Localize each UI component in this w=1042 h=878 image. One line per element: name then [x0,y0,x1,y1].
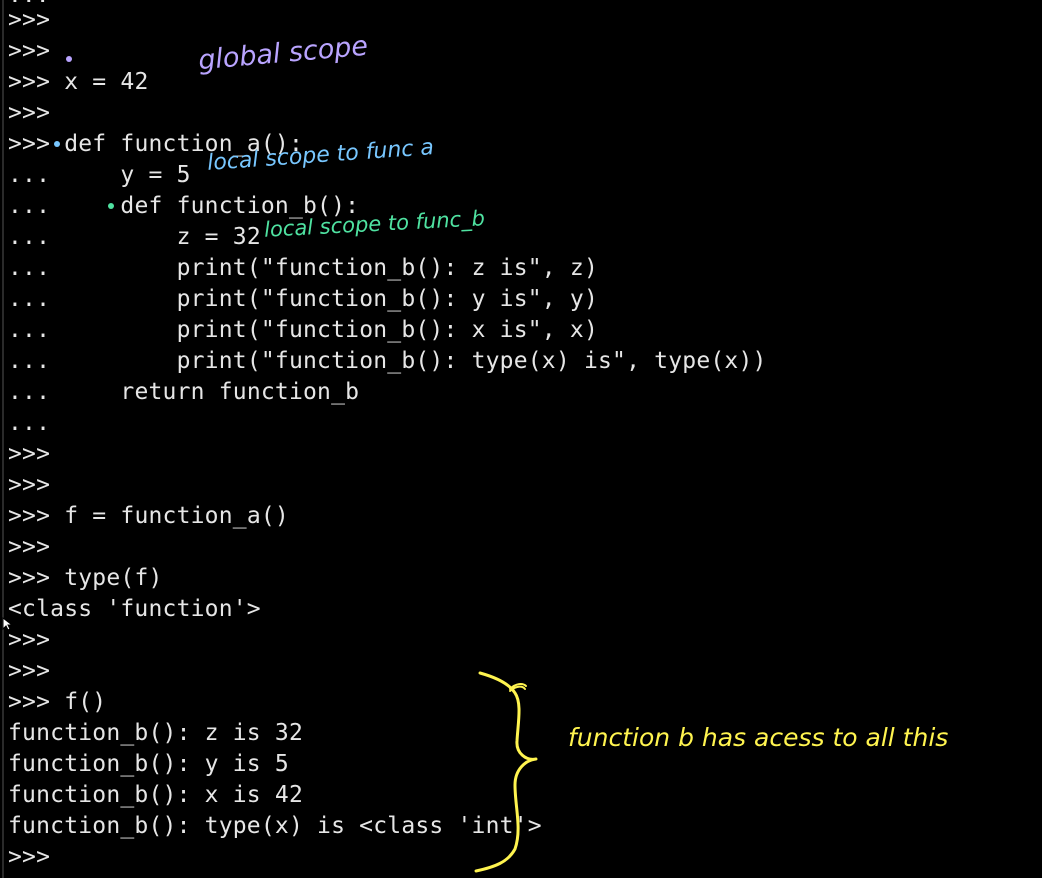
terminal-prompt: >>> [8,7,51,33]
terminal-prompt: ... [8,410,51,436]
terminal-code: print("function_b(): y is", y) [50,286,598,312]
annotation-function-b-access: function b has acess to all this [568,723,949,752]
handwritten-brace [474,671,538,873]
terminal-line[interactable]: >>> f = function_a() [8,501,289,532]
annotation-dot-global [66,56,72,62]
terminal-prompt: >>> [8,100,51,126]
terminal-prompt: ... [8,255,51,281]
terminal-line[interactable]: >>> [8,36,50,67]
terminal-output-text: <class 'function'> [8,596,261,622]
terminal-line[interactable]: function_b(): y is 5 [8,749,289,780]
terminal-prompt: >>> [8,658,51,684]
terminal-line[interactable]: >>> [8,439,50,470]
terminal-line[interactable]: ... return function_b [8,377,359,408]
terminal-code: y = 5 [50,162,191,188]
terminal-prompt: >>> [8,69,51,95]
terminal-line[interactable]: ... print("function_b(): type(x) is", ty… [8,346,767,377]
terminal-code: print("function_b(): z is", z) [50,255,598,281]
window-edge [2,0,4,878]
terminal-prompt: >>> [8,565,51,591]
terminal-prompt: >>> [8,534,51,560]
terminal-output-text: function_b(): x is 42 [8,782,303,808]
terminal-prompt: ... [8,379,51,405]
terminal-line[interactable]: >>> [8,5,50,36]
terminal-line[interactable]: ... print("function_b(): z is", z) [8,253,598,284]
terminal-line[interactable]: >>> [8,98,50,129]
terminal-code: z = 32 [50,224,261,250]
terminal-prompt: >>> [8,689,51,715]
terminal-code: x = 42 [50,69,149,95]
terminal-prompt: ... [8,193,51,219]
terminal-output-text: function_b(): y is 5 [8,751,289,777]
terminal-line[interactable]: ... y = 5 [8,160,191,191]
terminal-code: print("function_b(): type(x) is", type(x… [50,348,767,374]
terminal-line[interactable]: ... [8,408,50,439]
terminal-output-text: function_b(): type(x) is <class 'int'> [8,813,542,839]
terminal-output-text: function_b(): z is 32 [8,720,303,746]
terminal-code: print("function_b(): x is", x) [50,317,598,343]
terminal-line[interactable]: function_b(): z is 32 [8,718,303,749]
terminal-prompt: >>> [8,441,51,467]
terminal-code: type(f) [50,565,163,591]
terminal-prompt: ... [8,224,51,250]
terminal-prompt: ... [8,348,51,374]
terminal-prompt: ... [8,162,51,188]
terminal-prompt: ... [8,317,51,343]
terminal-prompt: >>> [8,844,51,870]
annotation-dot-function-b [108,203,114,209]
terminal-line[interactable]: function_b(): type(x) is <class 'int'> [8,811,542,842]
terminal-code: f() [50,689,107,715]
terminal-prompt: >>> [8,38,51,64]
terminal-line[interactable]: >>> [8,532,50,563]
terminal-line[interactable]: ... z = 32 [8,222,261,253]
terminal-line[interactable]: ... print("function_b(): x is", x) [8,315,598,346]
arrow-cursor-icon [2,617,14,631]
terminal-prompt: >>> [8,503,51,529]
python-terminal[interactable]: ... >>>>>>>>> x = 42>>>>>> def function_… [0,0,1042,878]
terminal-line[interactable]: >>> f() [8,687,106,718]
terminal-line[interactable]: function_b(): x is 42 [8,780,303,811]
terminal-line[interactable]: >>> [8,470,50,501]
terminal-code: f = function_a() [50,503,289,529]
annotation-global-scope: global scope [196,30,370,77]
terminal-code: return function_b [50,379,360,405]
terminal-prompt: >>> [8,131,51,157]
terminal-line[interactable]: >>> [8,842,50,873]
terminal-line[interactable]: <class 'function'> [8,594,261,625]
terminal-line[interactable]: >>> [8,656,50,687]
terminal-prompt: ... [8,286,51,312]
terminal-line[interactable]: >>> type(f) [8,563,163,594]
terminal-prompt: >>> [8,472,51,498]
terminal-line[interactable]: ... print("function_b(): y is", y) [8,284,598,315]
terminal-line[interactable]: >>> x = 42 [8,67,149,98]
annotation-dot-function-a [54,141,60,147]
